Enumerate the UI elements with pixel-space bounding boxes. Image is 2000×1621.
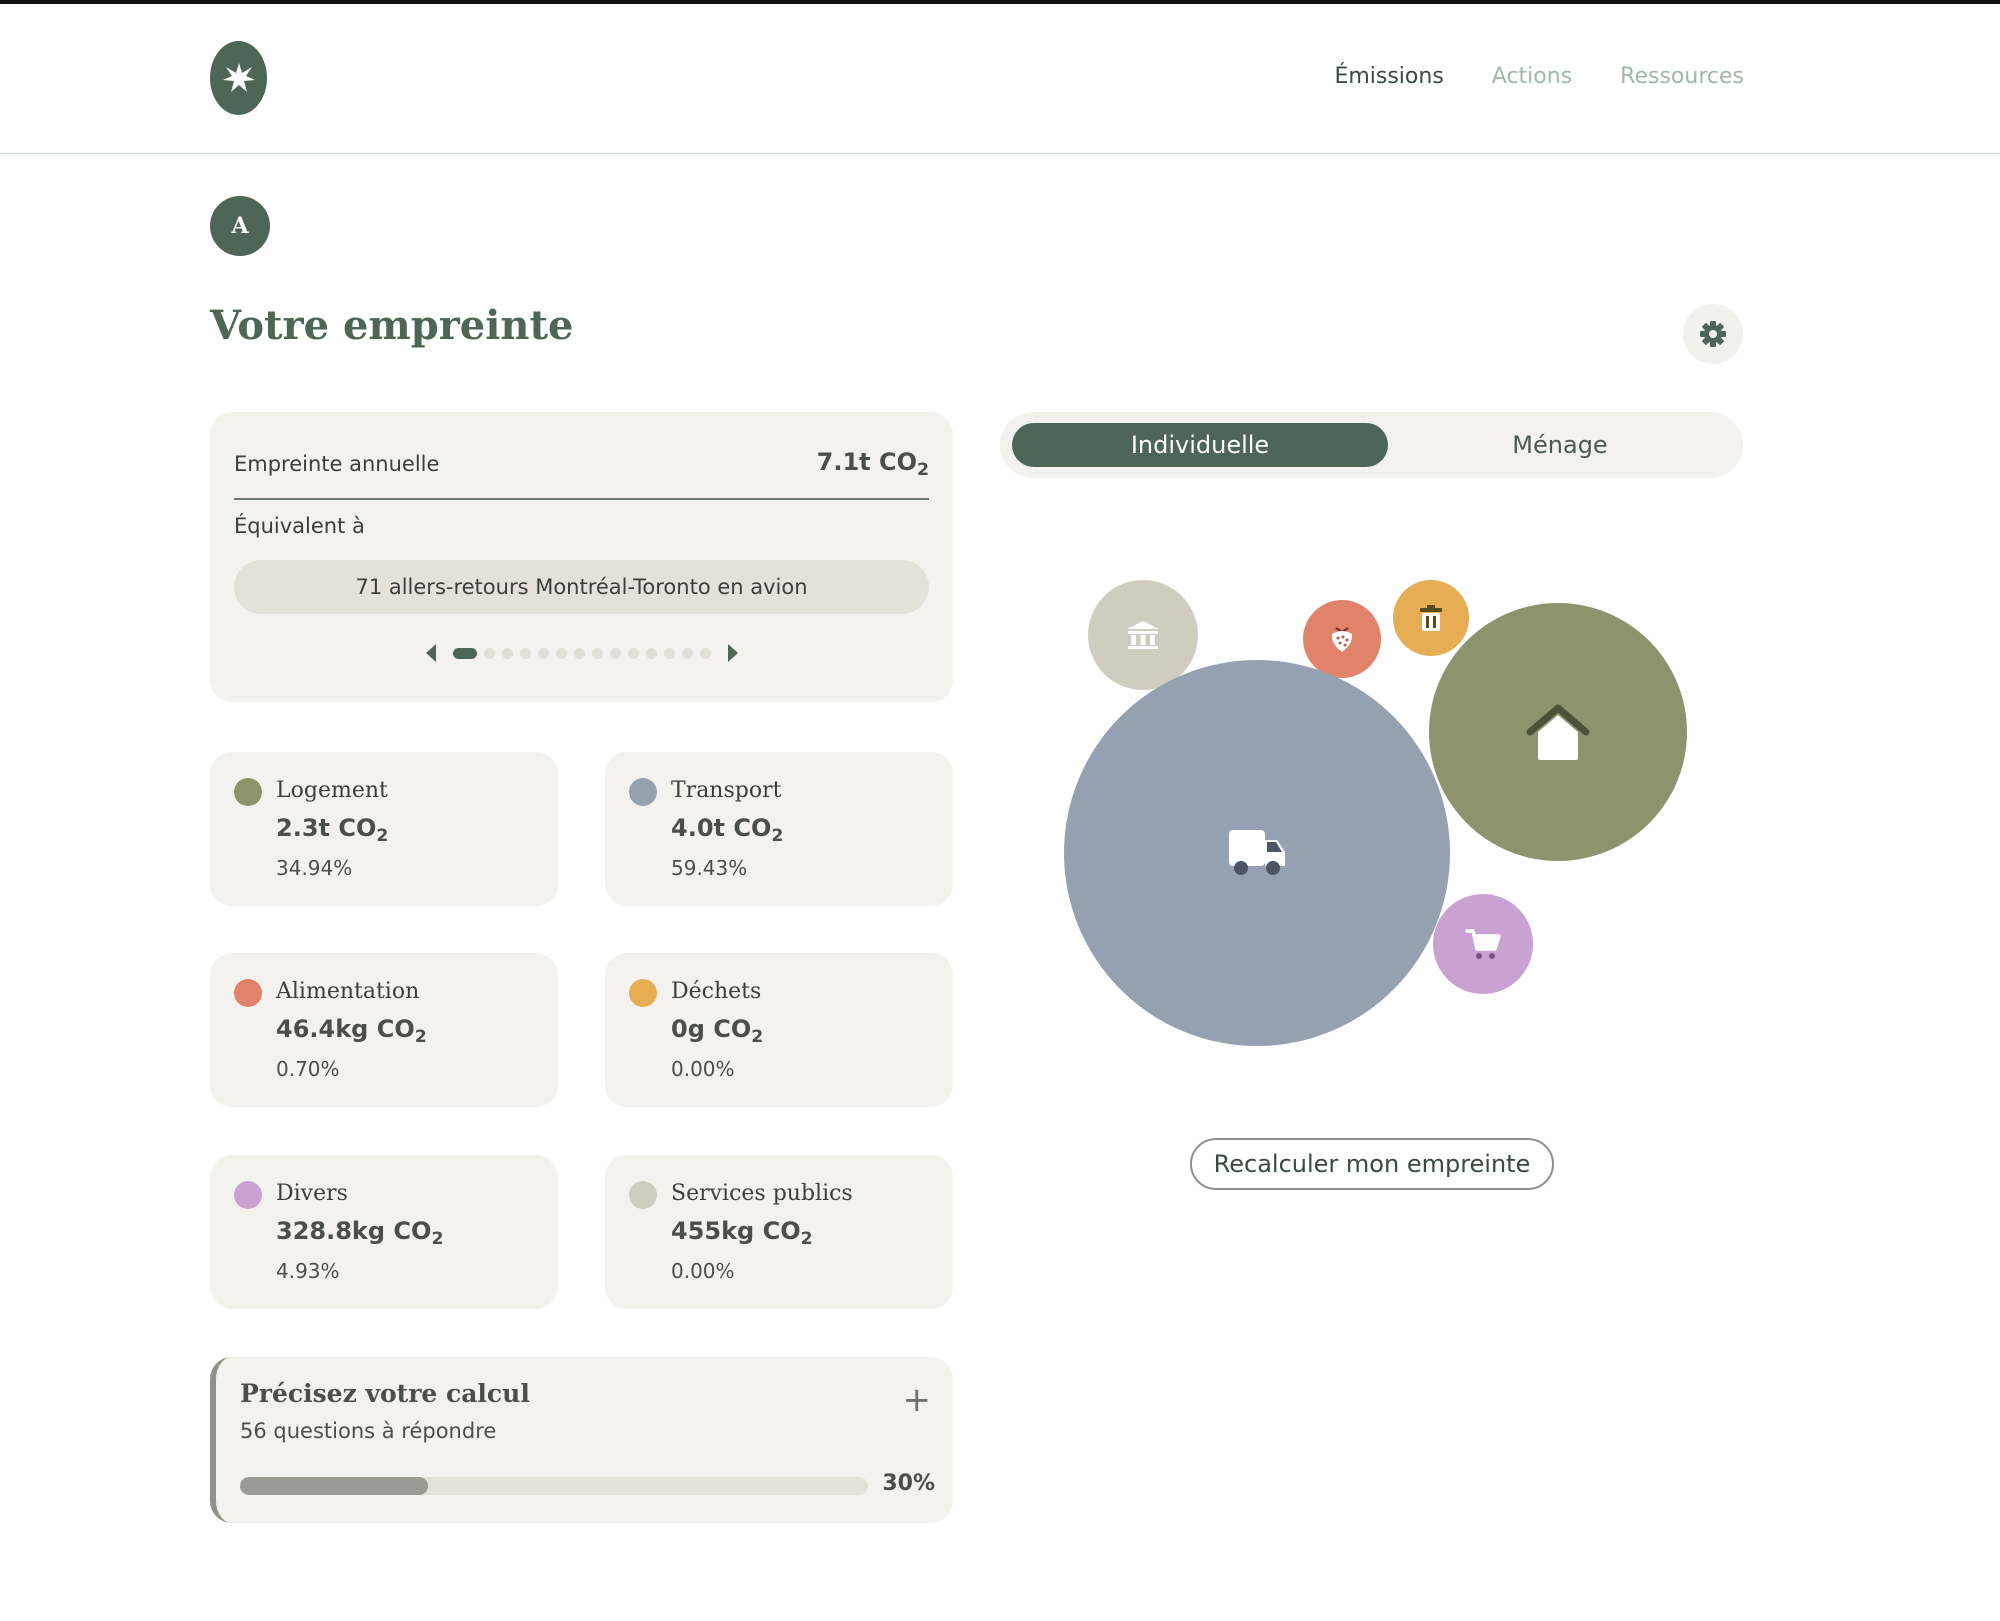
category-value: 328.8kg CO2 [276, 1217, 444, 1250]
category-card-services-publics[interactable]: Services publics 455kg CO2 0.00% [605, 1155, 953, 1309]
gear-icon [1700, 321, 1726, 347]
category-card-logement[interactable]: Logement 2.3t CO2 34.94% [210, 752, 558, 906]
bubble-divers[interactable] [1433, 894, 1533, 994]
pager-next-icon[interactable] [727, 644, 738, 662]
bubble-logement[interactable] [1429, 603, 1687, 861]
refine-calculation-card[interactable]: Précisez votre calcul 56 questions à rép… [210, 1357, 953, 1523]
footprint-summary-card: Empreinte annuelle 7.1t CO2 Équivalent à… [210, 412, 953, 702]
refine-title: Précisez votre calcul [240, 1379, 530, 1408]
toggle-menage[interactable]: Ménage [1372, 423, 1748, 467]
house-icon [1526, 704, 1590, 760]
pager-dot[interactable] [452, 647, 477, 659]
strawberry-icon [1331, 626, 1353, 652]
category-percent: 59.43% [671, 856, 748, 880]
bubble-alimentation[interactable] [1303, 600, 1381, 678]
expand-plus-icon[interactable]: + [903, 1383, 932, 1417]
cart-icon [1465, 929, 1501, 959]
pager-dot[interactable] [519, 647, 531, 659]
pager-dot[interactable] [645, 647, 657, 659]
category-value: 455kg CO2 [671, 1217, 813, 1250]
nav-item-actions[interactable]: Actions [1492, 64, 1572, 89]
recalculate-button[interactable]: Recalculer mon empreinte [1190, 1138, 1554, 1190]
annual-footprint-value: 7.1t CO2 [816, 448, 929, 481]
nav-item-emissions[interactable]: Émissions [1334, 64, 1443, 89]
category-swatch [629, 1181, 657, 1209]
pager-dot[interactable] [591, 647, 603, 659]
trash-icon [1420, 605, 1442, 631]
category-card-alimentation[interactable]: Alimentation 46.4kg CO2 0.70% [210, 953, 558, 1107]
refine-subtitle: 56 questions à répondre [240, 1419, 497, 1443]
equivalent-text: 71 allers-retours Montréal-Toronto en av… [234, 560, 929, 614]
logo[interactable] [210, 41, 267, 115]
pager-dot[interactable] [663, 647, 675, 659]
nav-item-ressources[interactable]: Ressources [1620, 64, 1744, 89]
category-value: 4.0t CO2 [671, 814, 784, 847]
pager-dot[interactable] [537, 647, 549, 659]
scope-toggle: Individuelle Ménage [1000, 412, 1743, 478]
progress-percent: 30% [882, 1471, 935, 1496]
pager-dot[interactable] [681, 647, 693, 659]
pager-dot[interactable] [501, 647, 513, 659]
category-card-dechets[interactable]: Déchets 0g CO2 0.00% [605, 953, 953, 1107]
category-percent: 0.70% [276, 1057, 340, 1081]
category-swatch [234, 979, 262, 1007]
equivalent-label: Équivalent à [234, 514, 365, 538]
main-nav: Émissions Actions Ressources [1334, 64, 1744, 89]
bubble-transport[interactable] [1064, 660, 1450, 1046]
truck-icon [1229, 830, 1285, 875]
pager-dot[interactable] [699, 647, 711, 659]
bubble-services-publics[interactable] [1088, 580, 1198, 690]
category-card-transport[interactable]: Transport 4.0t CO2 59.43% [605, 752, 953, 906]
category-swatch [629, 979, 657, 1007]
category-name: Divers [276, 1181, 348, 1206]
category-name: Logement [276, 778, 388, 803]
category-percent: 0.00% [671, 1259, 735, 1283]
category-name: Services publics [671, 1181, 853, 1206]
category-percent: 34.94% [276, 856, 353, 880]
category-name: Alimentation [276, 979, 420, 1004]
category-value: 2.3t CO2 [276, 814, 389, 847]
pager-dot[interactable] [609, 647, 621, 659]
bank-icon [1127, 621, 1159, 649]
progress-bar [240, 1477, 868, 1495]
category-name: Transport [671, 778, 782, 803]
pager-dot[interactable] [483, 647, 495, 659]
pager-dot[interactable] [627, 647, 639, 659]
category-card-divers[interactable]: Divers 328.8kg CO2 4.93% [210, 1155, 558, 1309]
annual-footprint-row: Empreinte annuelle 7.1t CO2 [234, 436, 929, 500]
pager-prev-icon[interactable] [425, 644, 436, 662]
category-value: 46.4kg CO2 [276, 1015, 427, 1048]
progress-fill [240, 1477, 429, 1495]
header: Émissions Actions Ressources [0, 4, 2000, 154]
settings-button[interactable] [1683, 304, 1743, 364]
sparkle-icon [222, 63, 255, 92]
bubble-dechets[interactable] [1393, 580, 1469, 656]
toggle-individuelle[interactable]: Individuelle [1012, 423, 1388, 467]
equivalent-pager [210, 644, 953, 662]
pager-dot[interactable] [573, 647, 585, 659]
annual-footprint-label: Empreinte annuelle [234, 452, 440, 476]
category-name: Déchets [671, 979, 762, 1004]
page-title: Votre empreinte [210, 302, 574, 349]
avatar[interactable]: A [210, 196, 270, 256]
category-percent: 4.93% [276, 1259, 340, 1283]
pager-dot[interactable] [555, 647, 567, 659]
category-percent: 0.00% [671, 1057, 735, 1081]
category-bubble-chart [1000, 540, 1743, 1060]
category-value: 0g CO2 [671, 1015, 764, 1048]
category-swatch [629, 778, 657, 806]
category-swatch [234, 778, 262, 806]
category-swatch [234, 1181, 262, 1209]
